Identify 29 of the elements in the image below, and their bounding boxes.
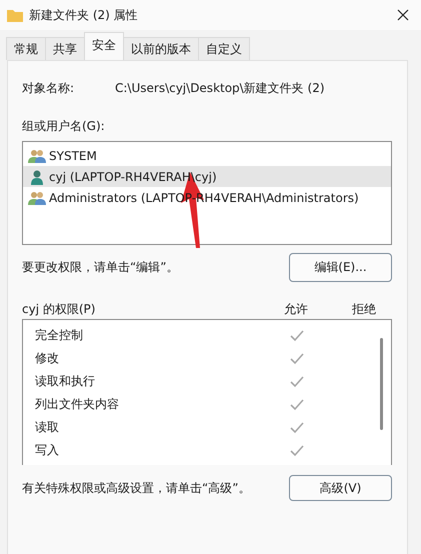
permission-name: 读取和执行: [35, 373, 96, 390]
tab[interactable]: 共享: [45, 37, 85, 60]
users-icon: [28, 148, 46, 164]
window-title: 新建文件夹 (2) 属性: [29, 6, 139, 24]
tab[interactable]: 常规: [6, 37, 46, 60]
users-icon: [28, 190, 46, 206]
edit-button[interactable]: 编辑(E)...: [289, 253, 392, 282]
permission-name: 写入: [35, 442, 60, 459]
user-icon: [28, 168, 46, 184]
scrollbar[interactable]: [380, 338, 383, 430]
permission-name: 读取: [35, 419, 60, 436]
folder-icon: [7, 8, 23, 22]
tab[interactable]: 以前的版本: [123, 37, 199, 60]
close-icon[interactable]: [397, 9, 409, 21]
object-name-label: 对象名称:: [22, 80, 76, 97]
edit-hint: 要更改权限，请单击“编辑”。: [22, 259, 178, 276]
permission-name: 修改: [35, 350, 60, 367]
tab[interactable]: 自定义: [198, 37, 250, 60]
permission-name: 完全控制: [35, 327, 84, 344]
groups-label: 组或用户名(G):: [22, 118, 106, 135]
permission-name: 列出文件夹内容: [35, 396, 120, 413]
object-path: C:\Users\cyj\Desktop\新建文件夹 (2): [115, 80, 325, 97]
user-list-item[interactable]: SYSTEM: [23, 145, 391, 166]
permissions-label: cyj 的权限(P): [22, 300, 96, 318]
advanced-button[interactable]: 高级(V): [289, 475, 392, 501]
tab[interactable]: 安全: [84, 32, 124, 60]
deny-header: 拒绝: [351, 300, 377, 318]
allow-header: 允许: [283, 300, 309, 318]
advanced-hint: 有关特殊权限或高级设置，请单击“高级”。: [22, 480, 250, 496]
